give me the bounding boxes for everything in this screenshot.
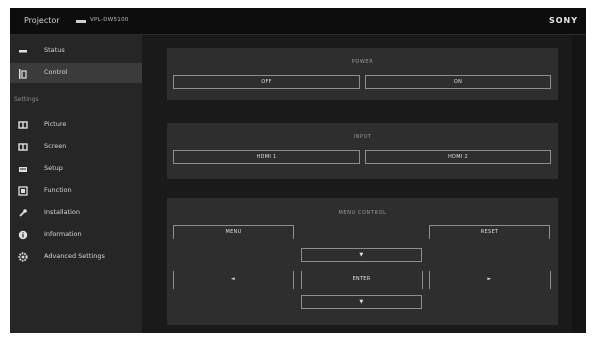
sidebar-item-installation[interactable]: Installation — [10, 203, 142, 223]
main-content: POWER OFF ON INPUT HDMI 1 HDMI 2 MENU CO… — [142, 35, 572, 333]
hdmi2-button[interactable]: HDMI 2 — [365, 150, 551, 164]
sidebar-item-control[interactable]: Control — [10, 63, 142, 83]
sidebar-item-status[interactable]: Status — [10, 41, 142, 61]
projector-web-ui: Projector VPL-DW5100 SONY Status Control… — [10, 8, 586, 333]
function-icon — [18, 186, 28, 196]
information-icon — [18, 230, 28, 240]
sidebar-item-picture[interactable]: Picture — [10, 115, 142, 135]
settings-heading: Settings — [14, 96, 39, 103]
projector-icon — [76, 20, 86, 23]
menu-button[interactable]: MENU — [173, 225, 294, 239]
gear-icon — [18, 252, 28, 262]
right-button[interactable]: ► — [430, 273, 549, 287]
sidebar: Status Control Settings Picture Screen S… — [10, 35, 142, 333]
picture-icon — [18, 120, 28, 130]
screen-icon — [18, 142, 28, 152]
sidebar-item-label: Screen — [44, 142, 67, 150]
sidebar-item-label: Information — [44, 230, 82, 238]
sidebar-item-label: Control — [44, 68, 68, 76]
sidebar-item-label: Picture — [44, 120, 67, 128]
status-icon — [18, 46, 28, 56]
sidebar-item-label: Status — [44, 46, 65, 54]
input-title: INPUT — [353, 134, 372, 140]
sidebar-item-label: Advanced Settings — [44, 252, 105, 260]
brand-logo: SONY — [548, 16, 578, 25]
power-panel: POWER OFF ON — [167, 48, 558, 100]
sidebar-item-setup[interactable]: Setup — [10, 159, 142, 179]
menu-control-panel: MENU CONTROL MENU RESET ▼ ◄ ENTER ► ▼ — [167, 198, 558, 325]
sidebar-item-function[interactable]: Function — [10, 181, 142, 201]
left-button[interactable]: ◄ — [174, 273, 292, 287]
power-off-button[interactable]: OFF — [173, 75, 360, 89]
sidebar-item-label: Installation — [44, 208, 81, 216]
wrench-icon — [18, 208, 28, 218]
hdmi1-button[interactable]: HDMI 1 — [173, 150, 360, 164]
sidebar-item-information[interactable]: Information — [10, 225, 142, 245]
reset-button[interactable]: RESET — [429, 225, 550, 239]
top-bar: Projector VPL-DW5100 SONY — [10, 8, 586, 35]
sidebar-item-label: Function — [44, 186, 72, 194]
up-button[interactable]: ▼ — [301, 248, 422, 262]
menu-control-title: MENU CONTROL — [338, 210, 387, 216]
model-name: VPL-DW5100 — [90, 17, 129, 23]
enter-button[interactable]: ENTER — [302, 273, 421, 287]
power-title: POWER — [351, 59, 374, 65]
setup-icon — [18, 164, 28, 174]
input-panel: INPUT HDMI 1 HDMI 2 — [167, 123, 558, 179]
sidebar-item-advanced-settings[interactable]: Advanced Settings — [10, 247, 142, 267]
control-icon — [18, 68, 28, 79]
sidebar-item-label: Setup — [44, 164, 63, 172]
power-on-button[interactable]: ON — [365, 75, 551, 89]
sidebar-item-screen[interactable]: Screen — [10, 137, 142, 157]
down-button[interactable]: ▼ — [301, 295, 422, 309]
right-edge — [572, 35, 586, 333]
app-title: Projector — [24, 16, 60, 25]
